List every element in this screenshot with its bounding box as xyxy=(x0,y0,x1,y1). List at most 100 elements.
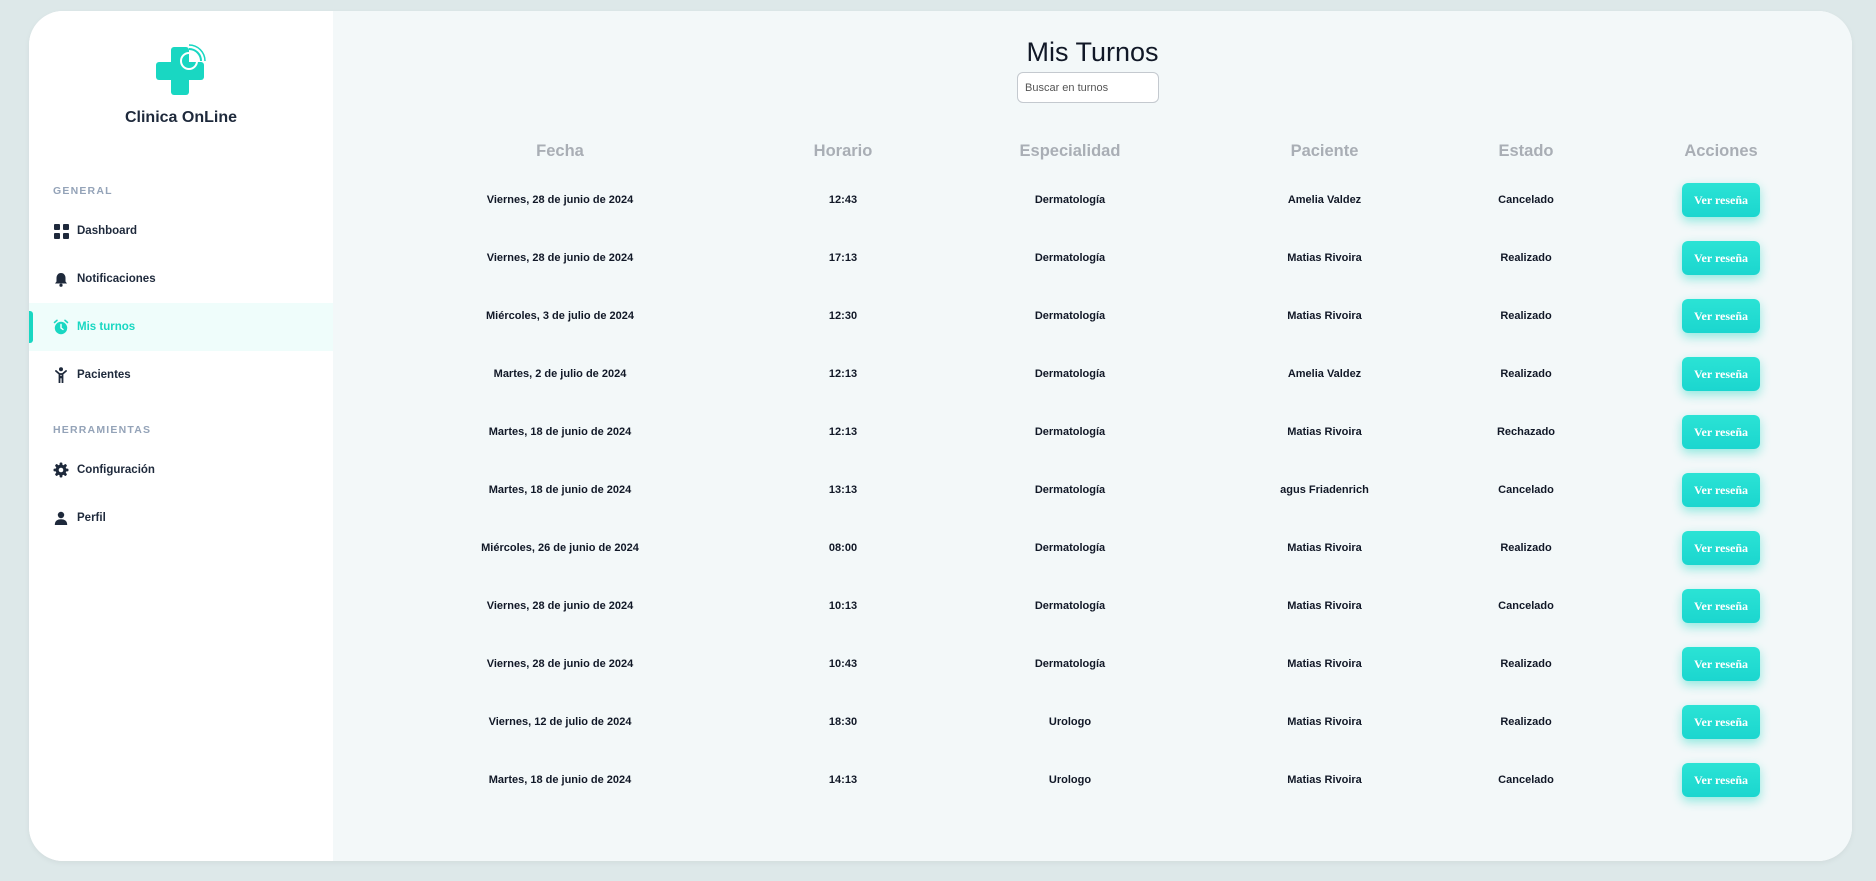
ver-resena-button[interactable]: Ver reseña xyxy=(1682,647,1760,681)
ver-resena-button[interactable]: Ver reseña xyxy=(1682,183,1760,217)
paciente-cell: agus Friadenrich xyxy=(1280,484,1369,496)
sidebar-item-dashboard[interactable]: Dashboard xyxy=(29,207,333,255)
ver-resena-button[interactable]: Ver reseña xyxy=(1682,531,1760,565)
fecha-cell: Martes, 18 de junio de 2024 xyxy=(488,774,632,786)
column-header-paciente: Paciente xyxy=(1290,141,1359,160)
acciones-cell: Ver reseña xyxy=(1584,183,1852,217)
table-row: Miércoles, 3 de julio de 2024 12:30 Dermat… xyxy=(393,287,1852,345)
appointments-table: Fecha Horario Especialidad Paciente Esta… xyxy=(393,131,1852,809)
horario-cell: 12:43 xyxy=(828,194,858,206)
estado-cell: Realizado xyxy=(1500,658,1552,670)
especialidad-cell: Urologo xyxy=(1048,774,1092,786)
paciente-cell: Matias Rivoira xyxy=(1287,774,1362,786)
especialidad-cell: Urologo xyxy=(1048,716,1092,728)
estado-cell: Realizado xyxy=(1500,310,1552,322)
fecha-cell: Viernes, 12 de julio de 2024 xyxy=(488,716,632,728)
ver-resena-button[interactable]: Ver reseña xyxy=(1682,473,1760,507)
horario-cell: 10:13 xyxy=(828,600,858,612)
bell-icon xyxy=(53,271,69,287)
search-input[interactable] xyxy=(1017,72,1159,103)
page-title: Mis Turnos xyxy=(1026,37,1159,67)
ver-resena-button[interactable]: Ver reseña xyxy=(1682,241,1760,275)
person-icon xyxy=(53,367,69,383)
table-row: Viernes, 28 de junio de 2024 10:43 Dermato… xyxy=(393,635,1852,693)
especialidad-cell: Dermatología xyxy=(1034,658,1106,670)
sidebar-item-configuracion[interactable]: Configuración xyxy=(29,446,333,494)
sidebar-item-perfil[interactable]: Perfil xyxy=(29,494,333,542)
main-content: Mis Turnos Fecha Horario Especialidad Pa… xyxy=(333,11,1852,861)
column-header-acciones: Acciones xyxy=(1684,141,1758,160)
especialidad-cell: Dermatología xyxy=(1034,426,1106,438)
acciones-cell: Ver reseña xyxy=(1584,531,1852,565)
acciones-cell: Ver reseña xyxy=(1584,415,1852,449)
ver-resena-button[interactable]: Ver reseña xyxy=(1682,299,1760,333)
acciones-cell: Ver reseña xyxy=(1584,299,1852,333)
acciones-cell: Ver reseña xyxy=(1584,647,1852,681)
table-row: Martes, 18 de junio de 2024 13:13 Dermatol… xyxy=(393,461,1852,519)
ver-resena-button[interactable]: Ver reseña xyxy=(1682,589,1760,623)
paciente-cell: Matias Rivoira xyxy=(1287,310,1362,322)
sidebar-item-label: Configuración xyxy=(77,464,155,476)
acciones-cell: Ver reseña xyxy=(1584,763,1852,797)
estado-cell: Cancelado xyxy=(1498,194,1554,206)
ver-resena-button[interactable]: Ver reseña xyxy=(1682,705,1760,739)
horario-cell: 12:13 xyxy=(828,368,858,380)
fecha-cell: Viernes, 28 de junio de 2024 xyxy=(486,600,634,612)
especialidad-cell: Dermatología xyxy=(1034,194,1106,206)
column-header-especialidad: Especialidad xyxy=(1019,141,1121,160)
fecha-cell: Miércoles, 26 de junio de 2024 xyxy=(481,542,639,554)
acciones-cell: Ver reseña xyxy=(1584,357,1852,391)
table-row: Martes, 2 de julio de 2024 12:13 Dermatolo… xyxy=(393,345,1852,403)
ver-resena-button[interactable]: Ver reseña xyxy=(1682,415,1760,449)
sidebar-item-pacientes[interactable]: Pacientes xyxy=(29,351,333,399)
table-row: Miércoles, 26 de junio de 2024 08:00 Derma… xyxy=(393,519,1852,577)
horario-cell: 13:13 xyxy=(828,484,858,496)
table-row: Viernes, 28 de junio de 2024 17:13 Dermato… xyxy=(393,229,1852,287)
ver-resena-button[interactable]: Ver reseña xyxy=(1682,357,1760,391)
column-header-fecha: Fecha xyxy=(536,141,584,160)
paciente-cell: Matias Rivoira xyxy=(1287,658,1362,670)
ver-resena-button[interactable]: Ver reseña xyxy=(1682,763,1760,797)
paciente-cell: Matias Rivoira xyxy=(1287,426,1362,438)
sidebar-item-mis-turnos[interactable]: Mis turnos xyxy=(29,303,333,351)
sidebar-item-notificaciones[interactable]: Notificaciones xyxy=(29,255,333,303)
sidebar-item-label: Perfil xyxy=(77,512,106,524)
estado-cell: Realizado xyxy=(1500,716,1552,728)
acciones-cell: Ver reseña xyxy=(1584,473,1852,507)
estado-cell: Cancelado xyxy=(1498,774,1554,786)
especialidad-cell: Dermatología xyxy=(1034,542,1106,554)
horario-cell: 12:13 xyxy=(828,426,858,438)
sidebar-item-label: Dashboard xyxy=(77,225,138,237)
acciones-cell: Ver reseña xyxy=(1584,705,1852,739)
column-header-horario: Horario xyxy=(813,141,873,160)
fecha-cell: Martes, 18 de junio de 2024 xyxy=(488,426,632,438)
especialidad-cell: Dermatología xyxy=(1034,600,1106,612)
table-body: Viernes, 28 de junio de 2024 12:43 Dermato… xyxy=(393,171,1852,809)
estado-cell: Rechazado xyxy=(1496,426,1556,438)
table-row: Viernes, 28 de junio de 2024 12:43 Dermato… xyxy=(393,171,1852,229)
especialidad-cell: Dermatología xyxy=(1034,368,1106,380)
table-row: Martes, 18 de junio de 2024 12:13 Dermatol… xyxy=(393,403,1852,461)
medical-cross-logo-icon xyxy=(156,44,206,95)
sidebar-item-label: Pacientes xyxy=(77,369,131,381)
estado-cell: Realizado xyxy=(1500,542,1552,554)
app-window: Clinica OnLine GENERAL Dashboard Notific… xyxy=(29,11,1852,861)
horario-cell: 18:30 xyxy=(828,716,858,728)
especialidad-cell: Dermatología xyxy=(1034,252,1106,264)
fecha-cell: Martes, 18 de junio de 2024 xyxy=(488,484,632,496)
paciente-cell: Matias Rivoira xyxy=(1287,716,1362,728)
user-icon xyxy=(53,510,69,526)
section-label-herramientas: HERRAMIENTAS xyxy=(53,424,152,436)
brand: Clinica OnLine xyxy=(29,43,333,127)
paciente-cell: Matias Rivoira xyxy=(1287,542,1362,554)
table-header: Fecha Horario Especialidad Paciente Esta… xyxy=(393,131,1852,171)
estado-cell: Realizado xyxy=(1500,252,1552,264)
table-row: Martes, 18 de junio de 2024 14:13 Urologo M… xyxy=(393,751,1852,809)
horario-cell: 17:13 xyxy=(828,252,858,264)
column-header-estado: Estado xyxy=(1498,141,1554,160)
fecha-cell: Viernes, 28 de junio de 2024 xyxy=(486,658,634,670)
paciente-cell: Matias Rivoira xyxy=(1287,600,1362,612)
paciente-cell: Matias Rivoira xyxy=(1287,252,1362,264)
sidebar: Clinica OnLine GENERAL Dashboard Notific… xyxy=(29,11,333,861)
horario-cell: 14:13 xyxy=(828,774,858,786)
